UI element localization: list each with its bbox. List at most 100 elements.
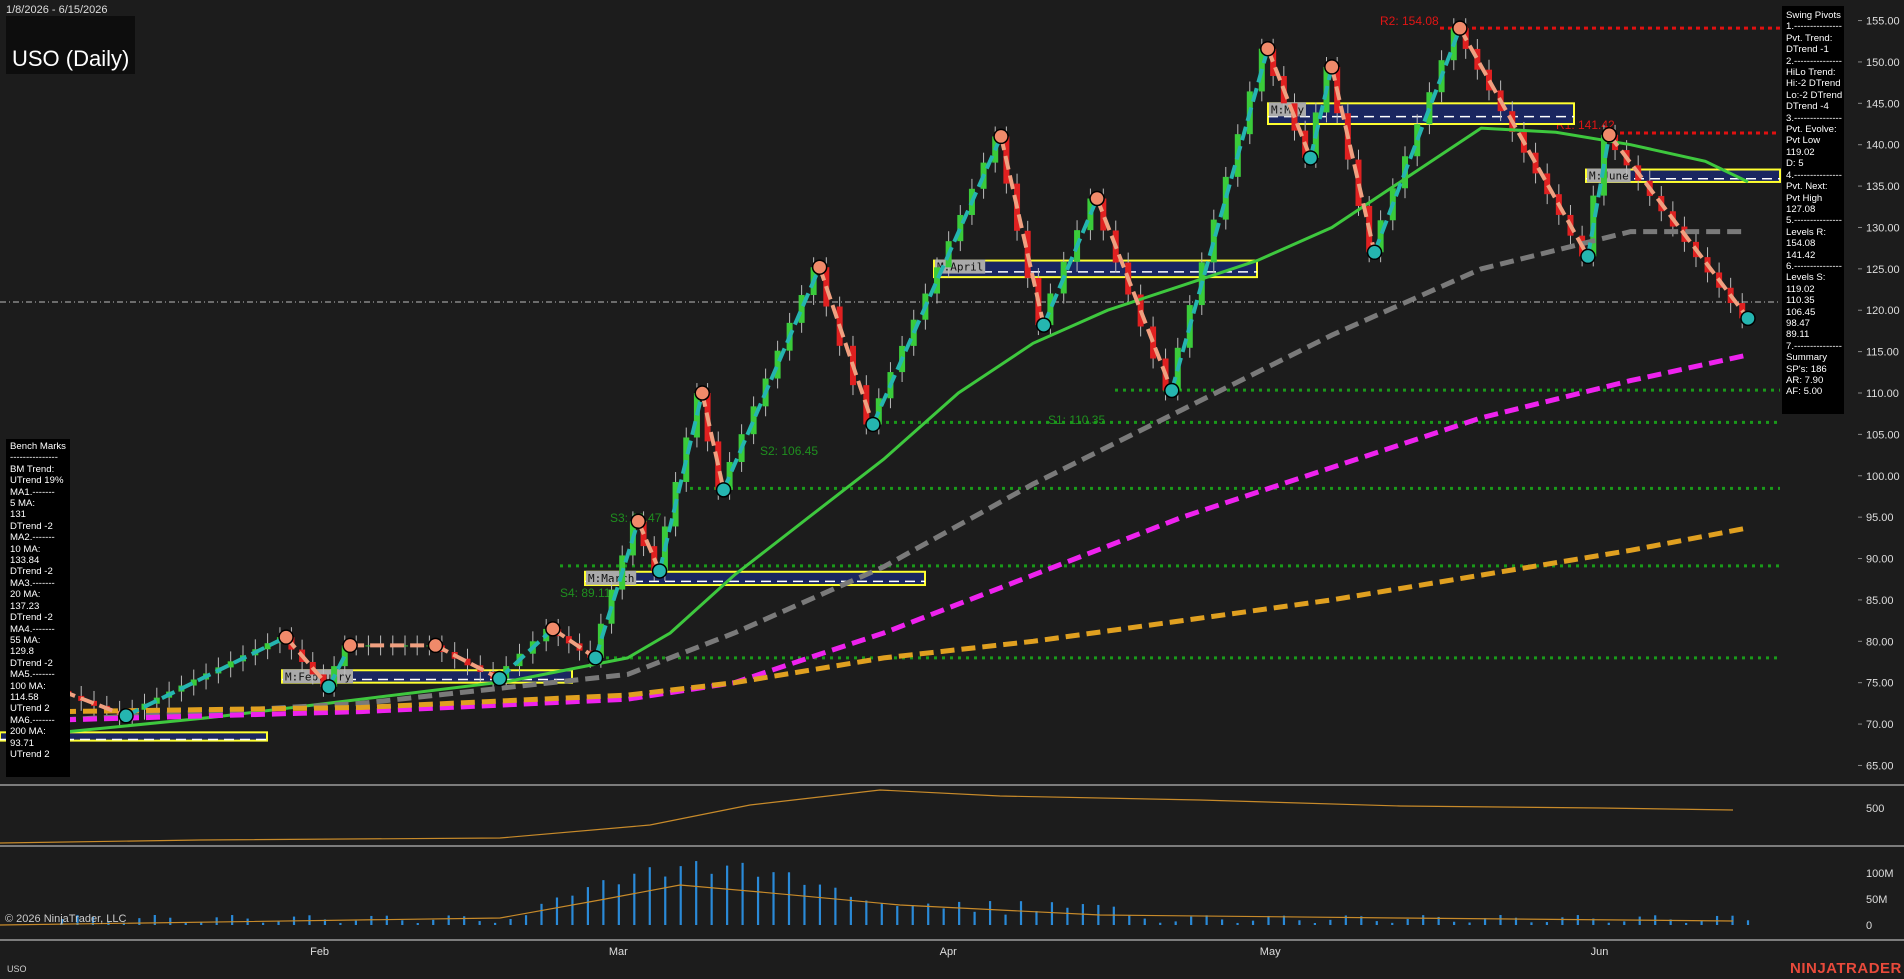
price-tick-label: 110.00 bbox=[1866, 388, 1899, 400]
pivot-high-marker bbox=[993, 128, 1009, 145]
swing-pivots-line: 3.--------------- bbox=[1786, 112, 1842, 124]
price-chart[interactable]: S1: 110.35S2: 106.45S3: 98.47S4: 89.11R2… bbox=[0, 0, 1904, 979]
benchmarks-line: BM Trend: bbox=[10, 463, 55, 475]
swing-pivots-line: D: 5 bbox=[1786, 158, 1804, 170]
swing-pivots-line: DTrend -1 bbox=[1786, 44, 1829, 56]
pivot-low-marker bbox=[491, 670, 508, 687]
swing-pivots-line: AR: 7.90 bbox=[1786, 375, 1824, 386]
swing-pivots-line: Pvt. Trend: bbox=[1786, 32, 1833, 44]
benchmarks-line: MA6.------- bbox=[10, 714, 55, 726]
swing-pivots-line: 119.02 bbox=[1786, 283, 1815, 295]
benchmarks-line: UTrend 19% bbox=[10, 475, 64, 487]
pivot-high-marker bbox=[811, 259, 828, 275]
pivot-low-marker bbox=[715, 482, 732, 498]
pivot-low-marker bbox=[1035, 317, 1052, 333]
pivot-high-marker bbox=[1260, 40, 1276, 57]
swing-pivots-line: Swing Pivots bbox=[1786, 10, 1841, 21]
support-level-label: S1: 110.35 bbox=[1048, 413, 1105, 427]
swing-line bbox=[125, 635, 287, 718]
candle-body bbox=[1210, 219, 1217, 263]
swing-line bbox=[999, 135, 1046, 326]
month-tick-label: Apr bbox=[940, 946, 957, 958]
swing-pivots-line: Levels R: bbox=[1786, 226, 1826, 238]
benchmarks-line: DTrend -2 bbox=[10, 566, 53, 578]
swing-pivots-line: HiLo Trend: bbox=[1786, 67, 1836, 79]
price-tick-label: 80.00 bbox=[1866, 636, 1894, 648]
pivot-high-marker bbox=[694, 385, 711, 401]
pivot-low-marker bbox=[1164, 382, 1180, 399]
pivot-high-marker bbox=[427, 637, 444, 654]
benchmarks-line: 93.71 bbox=[10, 737, 35, 749]
benchmarks-line: 200 MA: bbox=[10, 726, 46, 738]
benchmarks-line: UTrend 2 bbox=[10, 703, 50, 715]
price-tick-label: 130.00 bbox=[1866, 222, 1900, 234]
pivot-low-marker bbox=[321, 679, 337, 695]
swing-pivots-line: 1.--------------- bbox=[1786, 21, 1842, 33]
swing-line bbox=[1607, 133, 1750, 320]
swing-pivots-line: 7.--------------- bbox=[1786, 340, 1842, 352]
pivot-low-marker bbox=[118, 708, 134, 724]
support-level-label: S2: 106.45 bbox=[760, 444, 818, 458]
swing-pivots-line: Lo:-2 DTrend bbox=[1786, 89, 1843, 101]
swing-pivots-line: Pvt. Evolve: bbox=[1786, 124, 1837, 136]
price-tick-label: 125.00 bbox=[1866, 264, 1900, 276]
pivot-low-marker bbox=[1366, 244, 1383, 261]
indicator-tick-label: 500 bbox=[1866, 803, 1884, 815]
benchmarks-line: UTrend 2 bbox=[10, 748, 50, 760]
benchmarks-line: 133.84 bbox=[10, 555, 40, 567]
support-level-label: S4: 89.11 bbox=[560, 586, 611, 600]
benchmarks-line: 114.58 bbox=[10, 691, 39, 703]
pivot-low-marker bbox=[1302, 150, 1319, 166]
swing-line bbox=[1095, 197, 1174, 392]
price-tick-label: 90.00 bbox=[1866, 554, 1894, 566]
swing-pivots-line: Pvt Low bbox=[1786, 135, 1821, 147]
benchmarks-line: Bench Marks bbox=[10, 441, 66, 452]
pivot-high-marker bbox=[1452, 20, 1468, 36]
moving-average-line bbox=[61, 229, 1748, 723]
swing-pivots-line: 98.47 bbox=[1786, 317, 1811, 329]
swing-pivots-line: 5.--------------- bbox=[1786, 215, 1842, 227]
benchmarks-line: MA4.------- bbox=[10, 623, 55, 635]
pivot-low-marker bbox=[865, 416, 881, 433]
benchmarks-panel: Bench Marks --------------- BM Trend: UTren… bbox=[6, 439, 70, 777]
swing-pivots-line: 154.08 bbox=[1786, 238, 1816, 250]
swing-pivots-panel: Swing Pivots 1.--------------- Pvt. Trend:… bbox=[1782, 6, 1844, 414]
pivot-high-marker bbox=[342, 637, 358, 654]
pivot-low-marker bbox=[587, 650, 604, 666]
swing-pivots-line: Summary bbox=[1786, 352, 1828, 364]
benchmarks-line: 129.8 bbox=[10, 646, 35, 658]
swing-pivots-line: 119.02 bbox=[1786, 146, 1815, 158]
candle-body bbox=[1222, 176, 1229, 220]
swing-pivots-line: DTrend -4 bbox=[1786, 101, 1829, 113]
benchmarks-line: DTrend -2 bbox=[10, 657, 53, 669]
resistance-level-label: R2: 154.08 bbox=[1380, 14, 1439, 28]
price-tick-label: 115.00 bbox=[1866, 347, 1899, 359]
price-tick-label: 135.00 bbox=[1866, 181, 1900, 193]
price-tick-label: 65.00 bbox=[1866, 760, 1894, 772]
price-tick-label: 85.00 bbox=[1866, 595, 1894, 607]
swing-line bbox=[657, 392, 705, 572]
swing-pivots-line: 127.08 bbox=[1786, 203, 1816, 215]
swing-pivots-line: 2.--------------- bbox=[1786, 55, 1842, 67]
benchmarks-line: --------------- bbox=[10, 452, 58, 464]
swing-pivots-line: 89.11 bbox=[1786, 329, 1810, 341]
price-tick-label: 100.00 bbox=[1866, 471, 1900, 483]
benchmarks-line: 55 MA: bbox=[10, 634, 41, 646]
swing-pivots-line: 110.35 bbox=[1786, 295, 1815, 307]
symbol-label: USO bbox=[7, 964, 27, 974]
month-tick-label: Jun bbox=[1591, 946, 1609, 958]
price-tick-label: 155.00 bbox=[1866, 16, 1900, 28]
price-tick-label: 105.00 bbox=[1866, 429, 1900, 441]
price-tick-label: 145.00 bbox=[1866, 98, 1900, 110]
pivot-high-marker bbox=[630, 513, 646, 530]
pivot-low-marker bbox=[1740, 310, 1756, 327]
volume-tick-label: 0 bbox=[1866, 920, 1872, 932]
swing-pivots-line: 106.45 bbox=[1786, 306, 1816, 318]
pivot-high-marker bbox=[1324, 59, 1340, 75]
month-tick-label: Mar bbox=[609, 946, 628, 958]
benchmarks-line: MA3.------- bbox=[10, 577, 55, 589]
benchmarks-line: MA1.------- bbox=[10, 486, 55, 498]
pivot-high-marker bbox=[545, 621, 561, 637]
indicator-panel: 500 bbox=[0, 789, 1884, 844]
benchmarks-line: DTrend -2 bbox=[10, 520, 53, 532]
